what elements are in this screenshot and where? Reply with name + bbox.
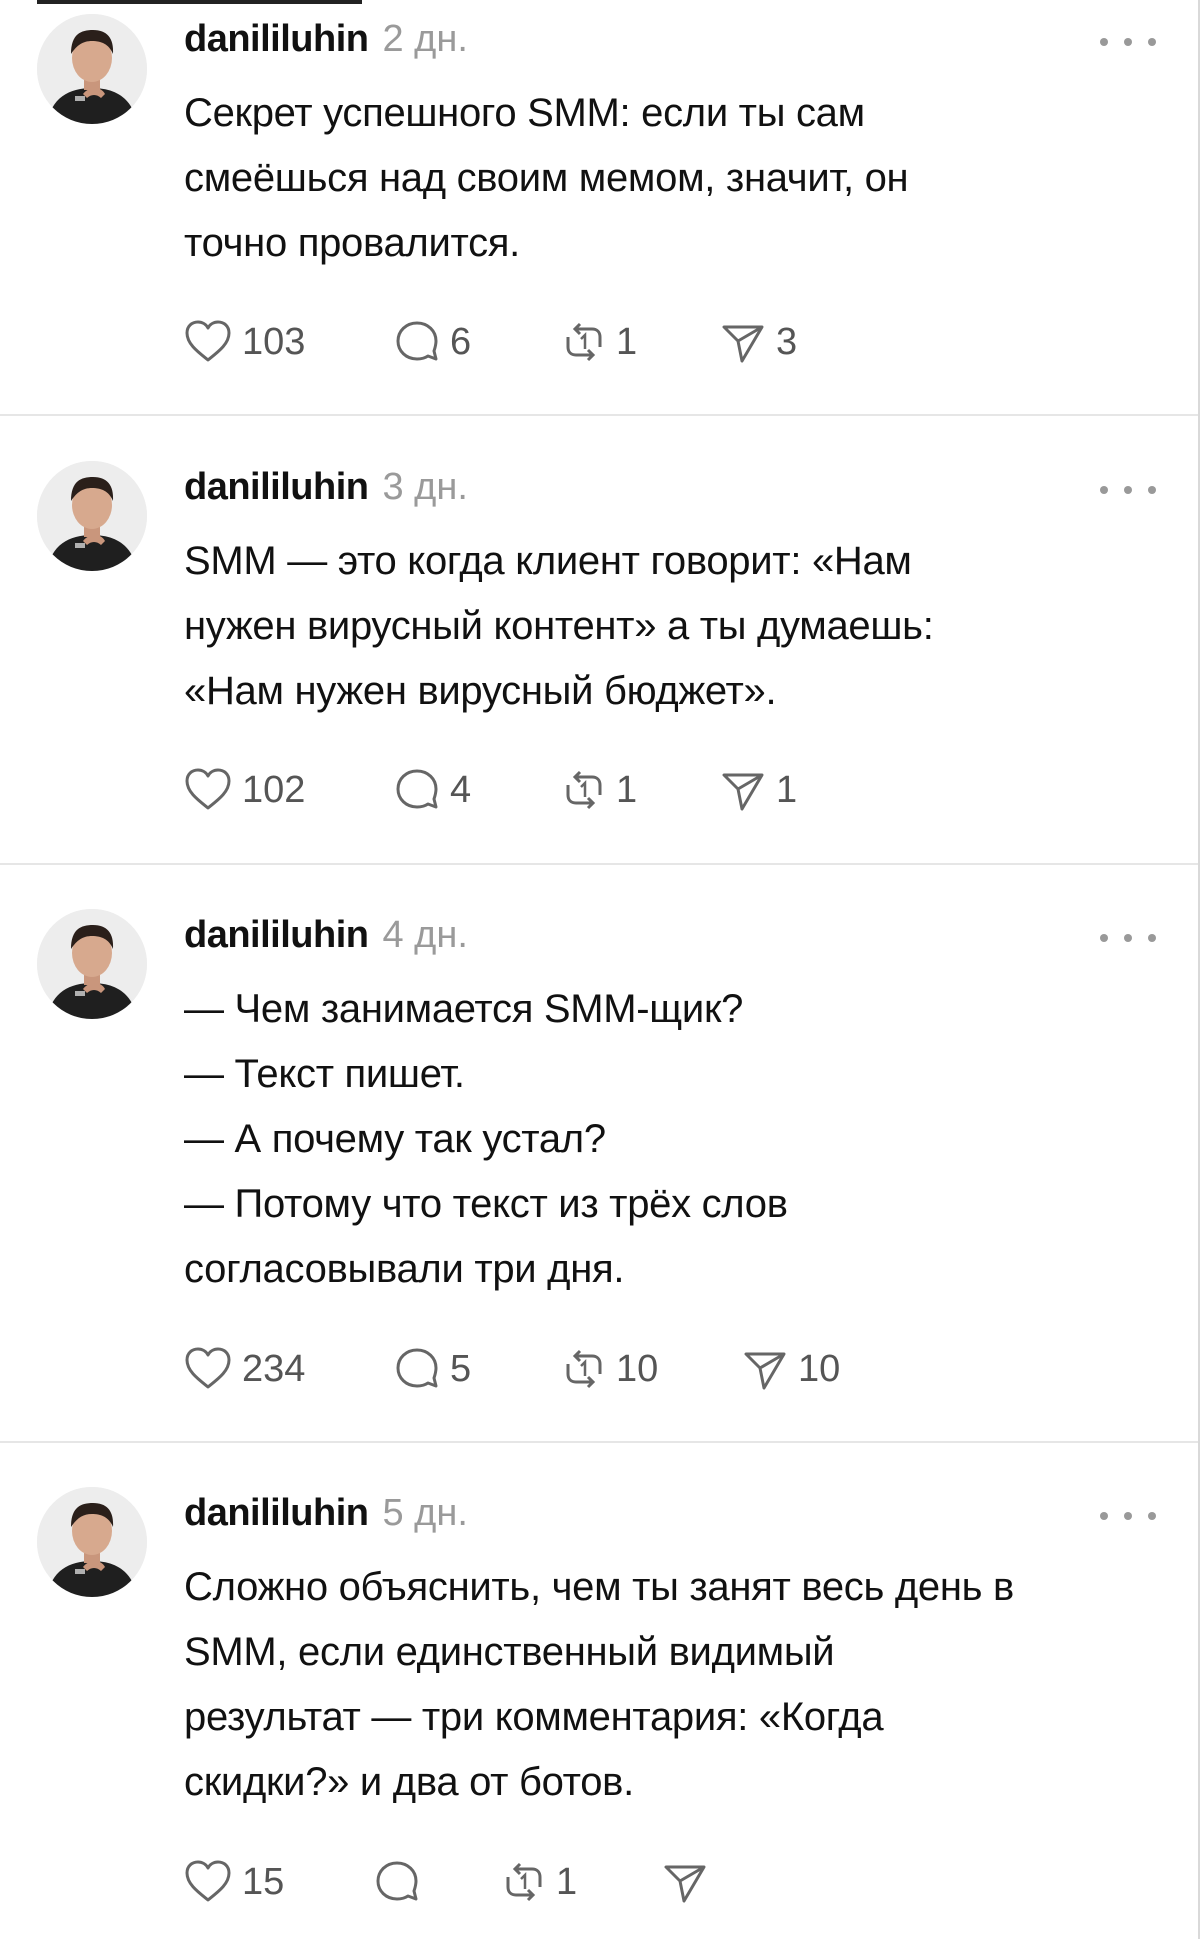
heart-icon bbox=[185, 320, 231, 362]
post-4: danililuhin 5 дн. Сложно объяснить, чем … bbox=[0, 1443, 1198, 1939]
post-text-line: — Чем занимается SMM-щик? bbox=[184, 987, 744, 1031]
share-button[interactable]: 3 bbox=[720, 314, 797, 370]
post-text-line: точно провалится. bbox=[184, 221, 520, 265]
repost-button[interactable]: 1 bbox=[562, 314, 637, 370]
more-dots-icon[interactable] bbox=[1100, 480, 1156, 500]
post-time: 3 дн. bbox=[382, 466, 468, 508]
post-text-line: результат — три комментария: «Когда bbox=[184, 1695, 884, 1739]
heart-icon bbox=[185, 768, 231, 810]
send-icon bbox=[722, 773, 764, 811]
like-count: 15 bbox=[242, 1860, 285, 1903]
repost-count: 1 bbox=[616, 768, 638, 811]
reply-count: 5 bbox=[450, 1347, 472, 1390]
post-header: danililuhin 5 дн. bbox=[184, 1492, 468, 1542]
like-button[interactable]: 102 bbox=[184, 762, 305, 818]
post-1: danililuhin 2 дн. Секрет успешного SMM: … bbox=[0, 0, 1198, 415]
post-text-line: SMM, если единственный видимый bbox=[184, 1630, 835, 1674]
post-text: Сложно объяснить, чем ты занят весь день… bbox=[184, 1555, 1174, 1815]
post-actions: 102 4 1 1 bbox=[184, 762, 1084, 818]
post-text-line: смеёшься над своим мемом, значит, он bbox=[184, 156, 909, 200]
share-count: 3 bbox=[776, 320, 798, 363]
share-button[interactable]: 10 bbox=[742, 1341, 840, 1397]
post-header: danililuhin 3 дн. bbox=[184, 466, 468, 516]
post-header: danililuhin 2 дн. bbox=[184, 18, 468, 68]
repost-icon bbox=[566, 770, 602, 810]
like-button[interactable]: 15 bbox=[184, 1854, 284, 1910]
post-time: 2 дн. bbox=[382, 18, 468, 60]
like-count: 102 bbox=[242, 768, 306, 811]
post-actions: 234 5 10 10 bbox=[184, 1341, 1084, 1397]
share-button[interactable]: 1 bbox=[720, 762, 797, 818]
post-header: danililuhin 4 дн. bbox=[184, 914, 468, 964]
avatar[interactable] bbox=[37, 909, 147, 1019]
post-text-line: согласовывали три дня. bbox=[184, 1247, 625, 1291]
send-icon bbox=[744, 1352, 786, 1390]
post-2: danililuhin 3 дн. SMM — это когда клиент… bbox=[0, 416, 1198, 864]
send-icon bbox=[722, 325, 764, 363]
repost-icon bbox=[566, 322, 602, 362]
repost-button[interactable]: 1 bbox=[502, 1854, 577, 1910]
reply-count: 6 bbox=[450, 320, 472, 363]
comment-icon bbox=[396, 321, 438, 361]
avatar[interactable] bbox=[37, 14, 147, 124]
avatar[interactable] bbox=[37, 1487, 147, 1597]
reply-button[interactable]: 6 bbox=[394, 314, 471, 370]
heart-icon bbox=[185, 1860, 231, 1902]
post-text: — Чем занимается SMM-щик? — Текст пишет.… bbox=[184, 977, 1174, 1302]
comment-icon bbox=[396, 1348, 438, 1388]
reply-button[interactable]: 5 bbox=[394, 1341, 471, 1397]
post-text-line: Секрет успешного SMM: если ты сам bbox=[184, 91, 865, 135]
like-button[interactable]: 103 bbox=[184, 314, 305, 370]
post-actions: 103 6 1 3 bbox=[184, 314, 1084, 370]
username[interactable]: danililuhin bbox=[184, 466, 369, 509]
reply-count: 4 bbox=[450, 768, 472, 811]
post-text-line: SMM — это когда клиент говорит: «Нам bbox=[184, 539, 912, 583]
like-count: 103 bbox=[242, 320, 306, 363]
like-count: 234 bbox=[242, 1347, 306, 1390]
post-text-line: — Потому что текст из трёх слов bbox=[184, 1182, 788, 1226]
repost-count: 1 bbox=[556, 1860, 578, 1903]
post-text-line: «Нам нужен вирусный бюджет». bbox=[184, 669, 777, 713]
send-icon bbox=[664, 1865, 706, 1903]
post-3: danililuhin 4 дн. — Чем занимается SMM-щ… bbox=[0, 865, 1198, 1441]
like-button[interactable]: 234 bbox=[184, 1341, 305, 1397]
more-dots-icon[interactable] bbox=[1100, 928, 1156, 948]
reply-button[interactable] bbox=[374, 1854, 430, 1910]
post-text-line: Сложно объяснить, чем ты занят весь день… bbox=[184, 1565, 1014, 1609]
username[interactable]: danililuhin bbox=[184, 1492, 369, 1535]
repost-icon bbox=[506, 1862, 542, 1902]
more-dots-icon[interactable] bbox=[1100, 32, 1156, 52]
share-count: 1 bbox=[776, 768, 798, 811]
post-time: 4 дн. bbox=[382, 914, 468, 956]
username[interactable]: danililuhin bbox=[184, 914, 369, 957]
repost-icon bbox=[566, 1349, 602, 1389]
reply-button[interactable]: 4 bbox=[394, 762, 471, 818]
comment-icon bbox=[396, 769, 438, 809]
username[interactable]: danililuhin bbox=[184, 18, 369, 61]
comment-icon bbox=[376, 1861, 418, 1901]
post-time: 5 дн. bbox=[382, 1492, 468, 1534]
post-text-line: скидки?» и два от ботов. bbox=[184, 1760, 634, 1804]
post-text: Секрет успешного SMM: если ты сам смеёшь… bbox=[184, 81, 1174, 276]
post-text: SMM — это когда клиент говорит: «Нам нуж… bbox=[184, 529, 1174, 724]
more-dots-icon[interactable] bbox=[1100, 1506, 1156, 1526]
repost-button[interactable]: 10 bbox=[562, 1341, 658, 1397]
avatar[interactable] bbox=[37, 461, 147, 571]
post-text-line: нужен вирусный контент» а ты думаешь: bbox=[184, 604, 934, 648]
share-count: 10 bbox=[798, 1347, 841, 1390]
share-button[interactable] bbox=[662, 1854, 718, 1910]
repost-count: 1 bbox=[616, 320, 638, 363]
repost-count: 10 bbox=[616, 1347, 659, 1390]
post-actions: 15 1 bbox=[184, 1854, 1084, 1910]
heart-icon bbox=[185, 1347, 231, 1389]
post-text-line: — А почему так устал? bbox=[184, 1117, 606, 1161]
post-text-line: — Текст пишет. bbox=[184, 1052, 465, 1096]
repost-button[interactable]: 1 bbox=[562, 762, 637, 818]
